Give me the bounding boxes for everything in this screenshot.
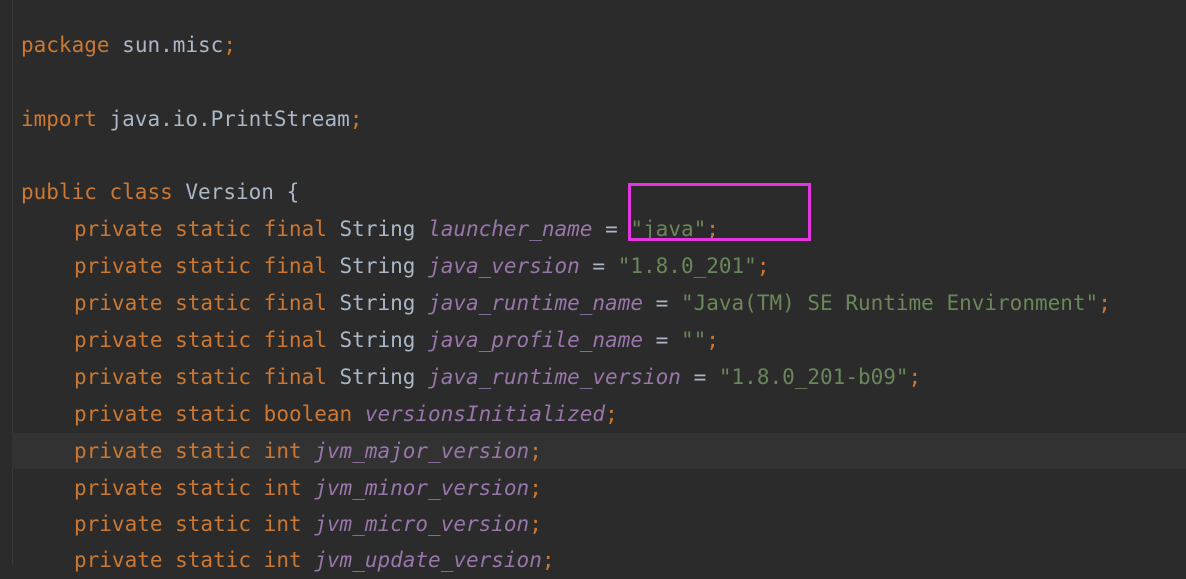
field-name: java_runtime_version	[428, 365, 681, 389]
string-value: "1.8.0_201"	[617, 254, 757, 278]
modifiers: private static	[74, 402, 252, 426]
assign-operator: =	[693, 365, 707, 389]
code-line-field[interactable]: private static final String java_profile…	[21, 322, 719, 359]
keyword-import: import	[21, 107, 97, 131]
import-name: java.io.PrintStream	[109, 107, 350, 131]
code-editor[interactable]: { "code": { "line1": { "keyword": "packa…	[0, 0, 1186, 572]
semicolon: ;	[349, 107, 363, 131]
string-value: "1.8.0_201-b09"	[718, 365, 909, 389]
field-name: jvm_minor_version	[314, 476, 530, 500]
editor-content[interactable]: package sun.misc; import java.io.PrintSt…	[21, 0, 1186, 572]
modifiers: private static	[74, 512, 252, 536]
field-type: String	[339, 365, 416, 389]
code-line-field[interactable]: private static int jvm_minor_version;	[21, 470, 542, 507]
field-name: jvm_update_version	[314, 548, 542, 572]
semicolon: ;	[756, 254, 770, 278]
open-brace: {	[286, 180, 300, 204]
code-line-import[interactable]: import java.io.PrintStream;	[21, 101, 362, 138]
modifiers: private static final	[74, 254, 327, 278]
semicolon: ;	[223, 33, 236, 57]
modifiers: private static final	[74, 291, 327, 315]
field-name: java_profile_name	[428, 328, 643, 352]
field-name: versionsInitialized	[364, 402, 606, 426]
field-type: int	[263, 439, 302, 463]
annotation-highlight-box	[628, 183, 811, 241]
package-name: sun.misc	[122, 33, 224, 57]
code-line-class-declaration[interactable]: public class Version {	[21, 174, 299, 211]
code-line-field[interactable]: private static final String java_runtime…	[21, 285, 1111, 322]
field-name: java_runtime_name	[428, 291, 643, 315]
assign-operator: =	[605, 217, 618, 241]
field-type: int	[263, 476, 302, 500]
code-line-field[interactable]: private static int jvm_micro_version;	[21, 506, 542, 543]
modifiers: private static final	[74, 365, 327, 389]
string-value: "Java(TM) SE Runtime Environment"	[680, 291, 1099, 315]
modifiers: private static final	[74, 217, 327, 241]
field-name: jvm_major_version	[314, 439, 530, 463]
modifiers: private static	[74, 476, 252, 500]
assign-operator: =	[655, 328, 669, 352]
field-type: String	[339, 291, 416, 315]
semicolon: ;	[529, 512, 542, 536]
assign-operator: =	[655, 291, 669, 315]
semicolon: ;	[605, 402, 618, 426]
string-value: ""	[680, 328, 707, 352]
code-line-field[interactable]: private static final String launcher_nam…	[21, 211, 719, 248]
keyword-package: package	[21, 33, 110, 57]
assign-operator: =	[592, 254, 606, 278]
field-type: String	[339, 217, 416, 241]
field-type: String	[339, 328, 416, 352]
semicolon: ;	[529, 439, 542, 463]
semicolon: ;	[706, 328, 719, 352]
field-type: boolean	[263, 402, 353, 426]
semicolon: ;	[529, 476, 542, 500]
modifiers: private static final	[74, 328, 327, 352]
gutter-divider	[12, 0, 13, 565]
code-line-field[interactable]: private static int jvm_update_version;	[21, 542, 555, 579]
semicolon: ;	[1098, 291, 1111, 315]
class-name: Version	[185, 180, 274, 204]
keyword-public: public	[21, 180, 97, 204]
code-line-field[interactable]: private static int jvm_major_version;	[21, 433, 542, 470]
field-name: java_version	[428, 254, 580, 278]
semicolon: ;	[541, 548, 555, 572]
modifiers: private static	[74, 548, 252, 572]
modifiers: private static	[74, 439, 252, 463]
code-line-package[interactable]: package sun.misc;	[21, 27, 236, 64]
keyword-class: class	[109, 180, 173, 204]
semicolon: ;	[908, 365, 922, 389]
field-name: launcher_name	[428, 217, 593, 241]
code-line-field[interactable]: private static final String java_runtime…	[21, 359, 921, 396]
code-line-field[interactable]: private static boolean versionsInitializ…	[21, 396, 618, 433]
field-type: int	[263, 512, 302, 536]
field-type: int	[263, 548, 302, 572]
field-name: jvm_micro_version	[314, 512, 530, 536]
code-line-field[interactable]: private static final String java_version…	[21, 248, 769, 285]
field-type: String	[339, 254, 416, 278]
